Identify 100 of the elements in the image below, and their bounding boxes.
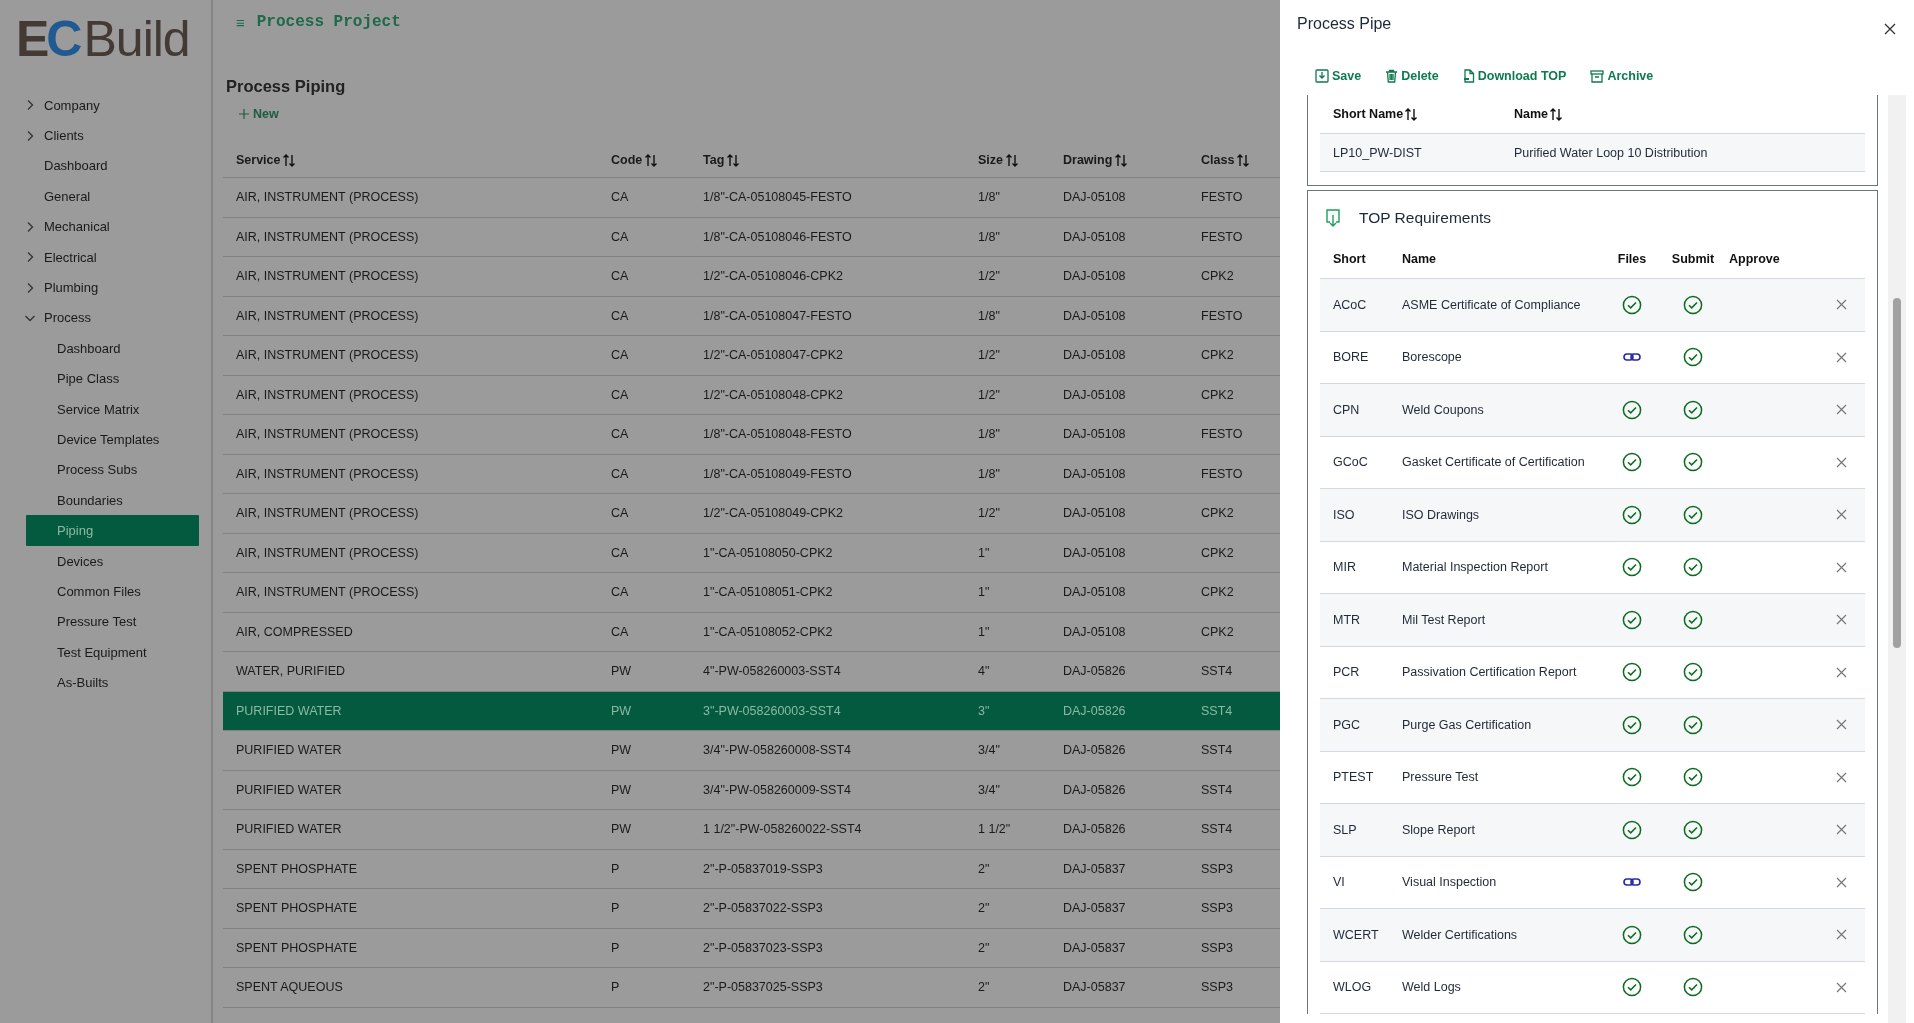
table-cell-text: 3/4" <box>978 743 1001 758</box>
table-cell-text: DAJ-05826 <box>1063 782 1127 797</box>
close-icon <box>1836 351 1847 363</box>
table-row[interactable]: AIR, INSTRUMENT (PROCESS) CA 1/8"-CA-05108045-FESTO 1/8" DAJ-05108 FESTO <box>223 178 1280 218</box>
sort-icon[interactable] <box>1006 153 1018 167</box>
table-row[interactable]: AIR, INSTRUMENT (PROCESS) CA 1/2"-CA-05108046-CPK2 1/2" DAJ-05108 CPK2 <box>223 257 1280 297</box>
table-row[interactable]: AIR, INSTRUMENT (PROCESS) CA 1/2"-CA-05108049-CPK2 1/2" DAJ-05108 CPK2 <box>223 494 1280 534</box>
sort-icon[interactable] <box>1115 153 1128 167</box>
table-cell-text: CA <box>611 387 630 402</box>
delete-button[interactable]: Delete <box>1385 67 1439 85</box>
nav-item[interactable]: Process Subs <box>26 454 199 486</box>
download-icon <box>1325 209 1341 227</box>
table-row[interactable]: AIR, INSTRUMENT (PROCESS) CA 1/8"-CA-05108047-FESTO 1/8" DAJ-05108 FESTO <box>223 296 1280 336</box>
table-row[interactable]: SPENT PHOSPHATE P 2"-P-05837019-SSP3 2" DAJ-05837 SSP3 <box>223 849 1280 889</box>
nav-item[interactable]: Pipe Class <box>26 363 199 394</box>
nav-item[interactable]: Electrical <box>22 241 199 273</box>
nav-item[interactable]: Dashboard <box>26 333 199 364</box>
close-icon <box>1836 719 1847 731</box>
close-icon <box>1836 929 1847 941</box>
table-cell-text: DAJ-05826 <box>1063 703 1127 718</box>
nav-item[interactable]: Common Files <box>26 576 199 607</box>
nav-item[interactable]: Test Equipment <box>26 637 199 668</box>
column-header[interactable]: Size <box>978 153 1003 167</box>
nav-item[interactable]: Mechanical <box>22 211 199 242</box>
sort-icon[interactable] <box>1550 107 1563 121</box>
nav-item[interactable]: General <box>22 181 199 212</box>
nav-item[interactable]: Clients <box>22 120 199 151</box>
sort-icon[interactable] <box>1237 153 1250 167</box>
table-cell-text: Purified Water Loop 10 Distribution <box>1514 145 1709 160</box>
column-header: Files <box>1616 251 1648 266</box>
table-cell-text: 1/8" <box>978 229 1001 244</box>
table-row[interactable]: AIR, INSTRUMENT (PROCESS) CA 1/8"-CA-05108048-FESTO 1/8" DAJ-05108 FESTO <box>223 415 1280 455</box>
nav-item[interactable]: Dashboard <box>22 150 199 182</box>
table-cell-text: DAJ-05837 <box>1063 940 1127 955</box>
save-button[interactable]: Save <box>1315 67 1362 85</box>
nav-item[interactable]: As-Builts <box>26 667 199 698</box>
sort-icon[interactable] <box>1405 107 1418 121</box>
archive-button[interactable]: Archive <box>1590 67 1654 85</box>
table-row[interactable]: AIR, COMPRESSED CA 1"-CA-05108052-CPK2 1" DAJ-05108 CPK2 <box>223 612 1280 652</box>
close-icon <box>1836 614 1847 626</box>
column-header[interactable]: Name <box>1514 107 1549 121</box>
nav-item[interactable]: Company <box>22 90 199 121</box>
column-header[interactable]: Code <box>611 153 643 167</box>
table-cell-text: MTR <box>1333 612 1362 627</box>
table-row[interactable]: AIR, INSTRUMENT (PROCESS) CA 1/2"-CA-05108048-CPK2 1/2" DAJ-05108 CPK2 <box>223 375 1280 415</box>
table-cell-text: Slope Report <box>1402 822 1476 837</box>
table-cell-text: ISO Drawings <box>1402 507 1481 522</box>
table-cell-text: CA <box>611 545 630 560</box>
column-header[interactable]: Service <box>236 153 281 167</box>
table-cell-text: SLP <box>1333 822 1358 837</box>
table-cell-text: SST4 <box>1201 703 1234 718</box>
table-row[interactable]: PURIFIED WATER PW 1 1/2"-PW-058260022-SST4 1 1/2" DAJ-05826 SST4 <box>223 810 1280 850</box>
nav-item[interactable]: Process <box>22 302 199 334</box>
table-row[interactable]: SPENT PHOSPHATE P 2"-P-05837023-SSP3 2" DAJ-05837 SSP3 <box>223 928 1280 968</box>
table-cell-text: DAJ-05108 <box>1063 387 1127 402</box>
table-row[interactable]: AIR, INSTRUMENT (PROCESS) CA 1/2"-CA-05108047-CPK2 1/2" DAJ-05108 CPK2 <box>223 336 1280 376</box>
sort-icon[interactable] <box>727 153 740 167</box>
column-header[interactable]: Short Name <box>1333 107 1404 121</box>
table-cell-text: SST4 <box>1201 782 1234 797</box>
table-row[interactable]: PURIFIED WATER PW 3/4"-PW-058260008-SST4 3/4" DAJ-05826 SST4 <box>223 731 1280 771</box>
table-cell-text: 1"-CA-05108052-CPK2 <box>703 624 834 639</box>
link-icon[interactable] <box>1623 352 1641 363</box>
table-row[interactable]: PURIFIED WATER PW 3"-PW-058260003-SST4 3" DAJ-05826 SST4 <box>223 691 1280 731</box>
pdf-button[interactable]: Download TOP <box>1462 67 1567 85</box>
nav-item[interactable]: Piping <box>26 515 199 546</box>
table-row[interactable]: AIR, INSTRUMENT (PROCESS) CA 1/8"-CA-05108049-FESTO 1/8" DAJ-05108 FESTO <box>223 454 1280 494</box>
nav-item[interactable]: Plumbing <box>22 272 199 303</box>
table-row[interactable]: SPENT PHOSPHATE P 2"-P-05837022-SSP3 2" DAJ-05837 SSP3 <box>223 889 1280 929</box>
table-cell-text: 1/2" <box>978 387 1001 402</box>
table-cell-text: 2" <box>978 980 991 995</box>
table-cell-text: CA <box>611 427 630 442</box>
page-title: Process Piping <box>226 77 346 96</box>
nav-item[interactable]: Service Matrix <box>26 393 199 425</box>
table-cell-text: SSP3 <box>1201 901 1234 916</box>
table-cell-text: DAJ-05108 <box>1063 229 1127 244</box>
close-icon <box>1836 666 1847 678</box>
scrollbar[interactable] <box>1888 95 1906 1023</box>
column-header[interactable]: Drawing <box>1063 153 1113 167</box>
table-cell-text: 1/2" <box>978 348 1001 363</box>
table-cell-text: DAJ-05837 <box>1063 901 1127 916</box>
table-cell-text: SPENT PHOSPHATE <box>236 940 359 955</box>
close-icon <box>1836 456 1847 468</box>
nav-item[interactable]: Pressure Test <box>26 606 199 638</box>
link-icon[interactable] <box>1623 877 1641 888</box>
column-header[interactable]: Class <box>1201 153 1235 167</box>
table-row[interactable]: WATER, PURIFIED PW 4"-PW-058260003-SST4 4" DAJ-05826 SST4 <box>223 652 1280 692</box>
nav-item[interactable]: Devices <box>26 545 199 577</box>
plus-icon <box>239 109 249 119</box>
nav-item[interactable]: Boundaries <box>26 485 199 516</box>
table-row[interactable]: AIR, INSTRUMENT (PROCESS) CA 1/8"-CA-05108046-FESTO 1/8" DAJ-05108 FESTO <box>223 217 1280 257</box>
sort-icon[interactable] <box>645 153 658 167</box>
sort-icon[interactable] <box>283 153 296 167</box>
table-row[interactable]: SPENT AQUEOUS P 2"-P-05837025-SSP3 2" DAJ-05837 SSP3 <box>223 968 1280 1008</box>
column-header[interactable]: Tag <box>703 153 725 167</box>
table-row[interactable]: PURIFIED WATER PW 3/4"-PW-058260009-SST4 3/4" DAJ-05826 SST4 <box>223 770 1280 810</box>
table-cell-text: CA <box>611 229 630 244</box>
table-row[interactable]: AIR, INSTRUMENT (PROCESS) CA 1"-CA-05108050-CPK2 1" DAJ-05108 CPK2 <box>223 533 1280 573</box>
scrollbar-thumb[interactable] <box>1893 298 1901 648</box>
nav-item[interactable]: Device Templates <box>26 424 199 455</box>
table-row[interactable]: AIR, INSTRUMENT (PROCESS) CA 1"-CA-05108051-CPK2 1" DAJ-05108 CPK2 <box>223 573 1280 613</box>
